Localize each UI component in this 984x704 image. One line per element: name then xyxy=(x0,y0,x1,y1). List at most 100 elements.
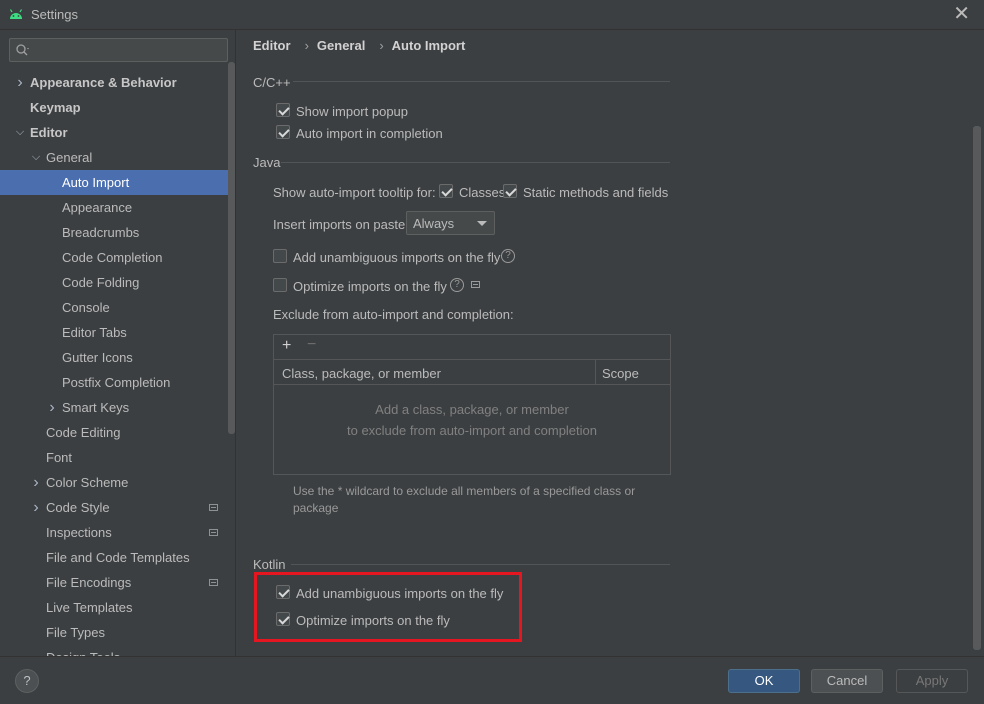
empty-line-1: Add a class, package, or member xyxy=(375,402,569,417)
settings-content: Editor › General › Auto Import C/C++ Show im… xyxy=(237,30,984,656)
window-title: Settings xyxy=(31,7,78,22)
tree-item-live-templates[interactable]: Live Templates xyxy=(0,595,235,620)
exclude-label: Exclude from auto-import and completion: xyxy=(273,307,514,322)
breadcrumb-general[interactable]: General xyxy=(317,38,365,53)
chevron-down-icon[interactable]: ⌵ xyxy=(30,145,42,170)
section-divider xyxy=(293,81,670,82)
column-divider xyxy=(595,360,596,385)
tree-item-label: Console xyxy=(62,300,110,315)
chevron-right-icon[interactable]: › xyxy=(30,495,42,520)
tree-item-code-completion[interactable]: Code Completion xyxy=(0,245,235,270)
tree-item-editor[interactable]: ⌵ Editor xyxy=(0,120,235,145)
tree-item-file-encodings[interactable]: File Encodings xyxy=(0,570,235,595)
dropdown-caret-icon xyxy=(477,221,487,226)
section-divider xyxy=(281,162,670,163)
java-optimize-imports-checkbox[interactable] xyxy=(273,278,287,292)
tree-item-general[interactable]: ⌵ General xyxy=(0,145,235,170)
tree-item-file-types[interactable]: File Types xyxy=(0,620,235,645)
remove-icon[interactable]: − xyxy=(307,336,316,354)
dialog-footer: ? OK Cancel Apply xyxy=(0,656,984,704)
ok-button[interactable]: OK xyxy=(728,669,800,693)
tree-item-label: Live Templates xyxy=(46,600,133,615)
section-title-kotlin: Kotlin xyxy=(253,557,286,572)
tree-item-label: File Encodings xyxy=(46,575,132,590)
insert-on-paste-value: Always xyxy=(413,216,455,231)
add-icon[interactable]: + xyxy=(282,337,291,355)
column-header-scope[interactable]: Scope xyxy=(602,366,639,381)
tree-item-label: Appearance xyxy=(62,200,133,215)
project-scope-icon xyxy=(209,579,218,586)
tree-item-breadcrumbs[interactable]: Breadcrumbs xyxy=(0,220,235,245)
tree-item-label: Postfix Completion xyxy=(62,375,171,390)
table-toolbar: + − xyxy=(274,335,670,359)
classes-label: Classes xyxy=(459,185,506,200)
tree-item-smart-keys[interactable]: › Smart Keys xyxy=(0,395,235,420)
android-icon xyxy=(9,9,23,19)
help-icon[interactable]: ? xyxy=(501,249,515,263)
tree-item-keymap[interactable]: Keymap xyxy=(0,95,235,120)
show-import-popup-checkbox[interactable] xyxy=(276,103,290,117)
tree-item-inspections[interactable]: Inspections xyxy=(0,520,235,545)
section-title-java: Java xyxy=(253,155,281,170)
tree-item-label: Code Completion xyxy=(62,250,163,265)
insert-on-paste-select[interactable]: Always xyxy=(406,211,495,235)
tree-item-label: Code Editing xyxy=(46,425,121,440)
help-button[interactable]: ? xyxy=(15,669,39,693)
tree-item-console[interactable]: Console xyxy=(0,295,235,320)
apply-button[interactable]: Apply xyxy=(896,669,968,693)
chevron-right-icon: › xyxy=(304,38,309,53)
chevron-right-icon[interactable]: › xyxy=(14,70,26,95)
table-empty-text: Add a class, package, or member to exclu… xyxy=(274,385,670,441)
tree-item-color-scheme[interactable]: › Color Scheme xyxy=(0,470,235,495)
tree-item-label: Design Tools xyxy=(46,645,120,656)
tree-item-appearance-behavior[interactable]: › Appearance & Behavior xyxy=(0,70,235,95)
tree-item-label: Code Folding xyxy=(62,275,140,290)
static-methods-checkbox[interactable] xyxy=(503,184,517,198)
tree-item-postfix-completion[interactable]: Postfix Completion xyxy=(0,370,235,395)
java-add-unambiguous-checkbox[interactable] xyxy=(273,249,287,263)
project-scope-icon xyxy=(471,281,480,288)
help-icon[interactable]: ? xyxy=(450,278,464,292)
tree-item-label: Gutter Icons xyxy=(62,350,133,365)
auto-import-completion-checkbox[interactable] xyxy=(276,125,290,139)
tooltip-label: Show auto-import tooltip for: xyxy=(273,185,436,200)
tree-item-auto-import[interactable]: Auto Import xyxy=(0,170,235,195)
highlight-box xyxy=(254,572,522,642)
tree-item-file-and-code-templates[interactable]: File and Code Templates xyxy=(0,545,235,570)
section-divider xyxy=(291,564,670,565)
breadcrumb-auto-import: Auto Import xyxy=(391,38,466,53)
tree-item-label: Inspections xyxy=(46,525,112,540)
insert-on-paste-label: Insert imports on paste: xyxy=(273,217,409,232)
chevron-right-icon[interactable]: › xyxy=(30,470,42,495)
search-input[interactable] xyxy=(9,38,228,62)
java-add-unambiguous-label: Add unambiguous imports on the fly xyxy=(293,250,501,265)
column-header-class[interactable]: Class, package, or member xyxy=(282,366,441,381)
cancel-button[interactable]: Cancel xyxy=(811,669,883,693)
tree-item-label: Breadcrumbs xyxy=(62,225,140,240)
tree-item-code-style[interactable]: › Code Style xyxy=(0,495,235,520)
tree-item-gutter-icons[interactable]: Gutter Icons xyxy=(0,345,235,370)
chevron-right-icon[interactable]: › xyxy=(46,395,58,420)
title-bar: Settings ✕ xyxy=(0,0,984,30)
classes-checkbox[interactable] xyxy=(439,184,453,198)
content-scrollbar[interactable] xyxy=(973,126,981,650)
chevron-right-icon: › xyxy=(379,38,384,53)
tree-item-code-folding[interactable]: Code Folding xyxy=(0,270,235,295)
breadcrumb-editor[interactable]: Editor xyxy=(253,38,291,53)
tree-item-code-editing[interactable]: Code Editing xyxy=(0,420,235,445)
project-scope-icon xyxy=(209,504,218,511)
tree-item-design-tools[interactable]: Design Tools xyxy=(0,645,235,656)
chevron-down-icon[interactable]: ⌵ xyxy=(14,120,26,145)
tree-item-label: Smart Keys xyxy=(62,400,130,415)
static-methods-label: Static methods and fields xyxy=(523,185,669,200)
tree-item-label: Code Style xyxy=(46,500,110,515)
tree-item-label: General xyxy=(46,150,93,165)
settings-sidebar: › Appearance & Behavior Keymap ⌵ Editor ⌵ Gene… xyxy=(0,30,236,656)
tree-item-label: Auto Import xyxy=(62,175,130,190)
sidebar-scrollbar[interactable] xyxy=(228,62,235,434)
table-header: Class, package, or member Scope xyxy=(274,359,670,385)
close-icon[interactable]: ✕ xyxy=(953,4,970,24)
tree-item-font[interactable]: Font xyxy=(0,445,235,470)
tree-item-editor-tabs[interactable]: Editor Tabs xyxy=(0,320,235,345)
tree-item-appearance[interactable]: Appearance xyxy=(0,195,235,220)
